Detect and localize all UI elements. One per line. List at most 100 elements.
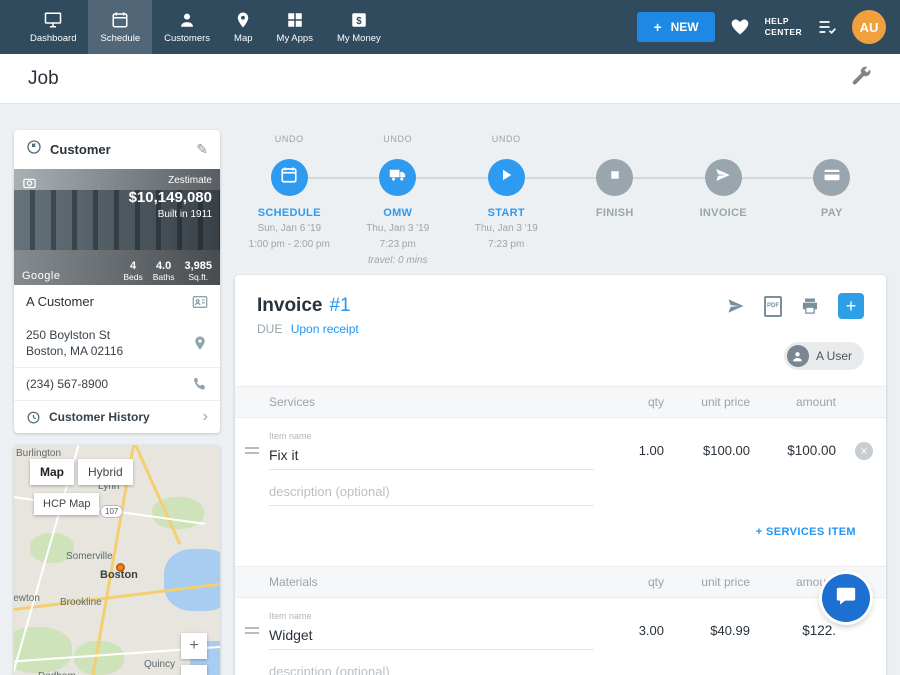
edit-pencil-icon[interactable]: ✎ — [196, 141, 208, 158]
camera-icon — [22, 175, 37, 195]
step-name: START — [488, 207, 525, 219]
zestimate-label: Zestimate — [129, 174, 212, 188]
omw-step-button[interactable] — [379, 159, 416, 196]
nav-item-my-money[interactable]: $ My Money — [325, 0, 393, 54]
step-detail: 7:23 pm — [488, 238, 524, 251]
item-unit-price[interactable]: $100.00 — [670, 443, 756, 458]
schedule-step-button[interactable] — [271, 159, 308, 196]
stat-baths: 4.0 Baths — [153, 260, 175, 282]
customer-history-row[interactable]: Customer History › — [14, 400, 220, 433]
avatar[interactable]: AU — [852, 10, 886, 44]
svg-text:$: $ — [356, 15, 362, 26]
stat-label: Sq.ft. — [184, 272, 212, 282]
step-name: FINISH — [596, 207, 634, 219]
nav-item-dashboard[interactable]: Dashboard — [18, 0, 88, 54]
step-invoice: INVOICE — [669, 134, 778, 267]
map-label: Newton — [14, 593, 40, 604]
item-name-input[interactable] — [269, 443, 594, 470]
nav-label: Customers — [164, 33, 210, 44]
map-type-map-button[interactable]: Map — [30, 459, 74, 485]
checklist-icon[interactable] — [817, 17, 837, 37]
customer-card-header: Customer ✎ — [14, 130, 220, 169]
person-icon — [178, 11, 196, 29]
finish-step-button[interactable] — [596, 159, 633, 196]
nav-item-map[interactable]: Map — [222, 0, 264, 54]
app-root: Dashboard Schedule Customers Map My Apps… — [0, 0, 900, 675]
nav-label: My Apps — [277, 33, 313, 44]
stop-icon — [606, 166, 624, 189]
nav-item-schedule[interactable]: Schedule — [88, 0, 152, 54]
item-name-input[interactable] — [269, 623, 594, 650]
add-invoice-button[interactable]: + — [838, 293, 864, 319]
map-label: Quincy — [144, 659, 175, 670]
step-detail: Sun, Jan 6 '19 — [257, 222, 321, 235]
undo-link[interactable]: UNDO — [383, 134, 412, 150]
nav-label: Map — [234, 33, 252, 44]
location-pin-icon[interactable] — [192, 335, 208, 351]
invoice-step-button[interactable] — [705, 159, 742, 196]
play-icon — [497, 166, 515, 189]
map-type-hybrid-button[interactable]: Hybrid — [78, 459, 133, 485]
nav-label: Dashboard — [30, 33, 76, 44]
new-button[interactable]: + NEW — [637, 12, 714, 42]
remove-item-icon[interactable]: × — [855, 442, 873, 460]
stat-label: Beds — [123, 272, 142, 282]
map-card[interactable]: Burlington Lynn 107 Somerville Boston Ne… — [14, 445, 220, 675]
zoom-in-button[interactable]: + — [181, 633, 207, 659]
stat-value: 4 — [123, 260, 142, 272]
invoice-number[interactable]: #1 — [329, 295, 350, 317]
assignee-row: A User — [235, 336, 886, 374]
item-description-input[interactable] — [269, 480, 594, 506]
item-name-label: Item name — [269, 431, 594, 441]
calendar-icon — [111, 11, 129, 29]
step-detail: Thu, Jan 3 '19 — [366, 222, 429, 235]
print-icon[interactable] — [800, 296, 820, 316]
assignee-pill[interactable]: A User — [784, 342, 864, 370]
invoice-title: Invoice — [257, 295, 322, 317]
pdf-icon[interactable]: PDF — [764, 296, 782, 317]
services-section-header: Services qty unit price amount — [235, 386, 886, 418]
due-terms-link[interactable]: Upon receipt — [291, 322, 359, 336]
step-start: UNDO START Thu, Jan 3 '19 7:23 pm — [452, 134, 561, 267]
phone-icon[interactable] — [192, 376, 208, 392]
step-detail: 1:00 pm - 2:00 pm — [249, 238, 330, 251]
customer-address-row: 250 Boylston St Boston, MA 02116 — [14, 319, 220, 367]
chevron-right-icon: › — [203, 409, 208, 425]
step-schedule: UNDO SCHEDULE Sun, Jan 6 '19 1:00 pm - 2… — [235, 134, 344, 267]
step-name: PAY — [821, 207, 843, 219]
help-center-link[interactable]: HELP CENTER — [765, 16, 802, 38]
stat-beds: 4 Beds — [123, 260, 142, 282]
item-qty[interactable]: 3.00 — [594, 623, 670, 638]
drag-handle[interactable] — [245, 447, 259, 454]
section-title: Materials — [269, 575, 594, 589]
pay-step-button[interactable] — [813, 159, 850, 196]
add-services-item-link[interactable]: + SERVICES ITEM — [756, 526, 856, 538]
contact-card-icon[interactable] — [192, 294, 208, 310]
step-detail: 7:23 pm — [380, 238, 416, 251]
material-item-row: Item name 3.00 $40.99 $122. — [235, 598, 886, 650]
zoom-out-button[interactable]: − — [181, 665, 207, 675]
undo-link[interactable]: UNDO — [492, 134, 521, 150]
route-shield: 107 — [100, 505, 123, 518]
start-step-button[interactable] — [488, 159, 525, 196]
invoice-card: Invoice #1 PDF + DUE Upon receipt — [235, 275, 886, 675]
heart-icon[interactable] — [730, 17, 750, 37]
send-invoice-icon[interactable] — [726, 296, 746, 316]
property-stats: 4 Beds 4.0 Baths 3,985 Sq.ft. — [123, 260, 212, 282]
nav-item-my-apps[interactable]: My Apps — [265, 0, 325, 54]
item-qty[interactable]: 1.00 — [594, 443, 670, 458]
item-amount: $100.00 — [756, 443, 842, 458]
item-name-field: Item name — [269, 431, 594, 470]
hcp-map-button[interactable]: HCP Map — [34, 493, 99, 515]
job-settings-icon[interactable] — [850, 65, 872, 92]
item-description-input[interactable] — [269, 660, 594, 675]
undo-link[interactable]: UNDO — [275, 134, 304, 150]
map-pin-icon — [234, 11, 252, 29]
drag-handle[interactable] — [245, 627, 259, 634]
chat-bubble-button[interactable] — [822, 574, 870, 622]
item-unit-price[interactable]: $40.99 — [670, 623, 756, 638]
step-name: INVOICE — [700, 207, 747, 219]
nav-item-customers[interactable]: Customers — [152, 0, 222, 54]
assignee-name: A User — [816, 349, 852, 363]
nav-items: Dashboard Schedule Customers Map My Apps… — [18, 0, 393, 54]
